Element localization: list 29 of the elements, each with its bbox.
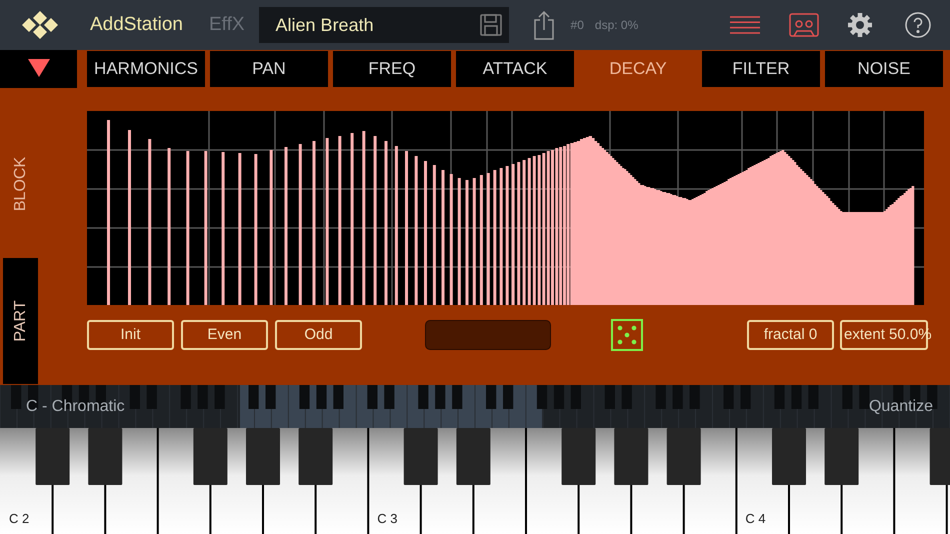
cassette-icon[interactable] bbox=[789, 13, 820, 37]
tab[interactable]: ATTACK bbox=[456, 51, 574, 87]
fractal-button[interactable]: fractal 0 bbox=[747, 320, 834, 350]
dsp-readout: dsp: 0% bbox=[594, 17, 638, 34]
help-icon[interactable] bbox=[905, 12, 932, 38]
side-tab[interactable]: PART bbox=[3, 258, 38, 384]
octave-label: C 2 bbox=[9, 510, 30, 528]
save-icon[interactable] bbox=[478, 13, 503, 37]
menu-icon[interactable] bbox=[730, 16, 760, 34]
scale-label[interactable]: C - Chromatic bbox=[26, 394, 125, 418]
settings-icon[interactable] bbox=[847, 12, 874, 38]
share-icon[interactable] bbox=[532, 10, 555, 40]
tab[interactable]: PAN bbox=[210, 51, 328, 87]
quantize-label[interactable]: Quantize bbox=[868, 394, 933, 418]
octave-label: C 4 bbox=[745, 510, 766, 528]
piano-keyboard-drawing[interactable] bbox=[0, 428, 950, 534]
octave-label: C 3 bbox=[377, 510, 398, 528]
preset-number: #0 bbox=[570, 17, 584, 34]
tab[interactable]: FILTER bbox=[702, 51, 820, 87]
tab[interactable]: FREQ bbox=[333, 51, 451, 87]
tab[interactable]: NOISE bbox=[825, 51, 943, 87]
preset-button[interactable]: Init bbox=[87, 320, 174, 350]
preset-button[interactable]: Odd bbox=[275, 320, 362, 350]
app-title[interactable]: AddStation bbox=[90, 10, 183, 40]
dice-icon[interactable] bbox=[611, 319, 643, 351]
tab[interactable]: HARMONICS bbox=[87, 51, 205, 87]
harmonics-spectrum-drawing[interactable] bbox=[87, 111, 924, 305]
preset-field[interactable]: Alien Breath bbox=[258, 7, 509, 43]
preset-button[interactable]: Even bbox=[181, 320, 268, 350]
